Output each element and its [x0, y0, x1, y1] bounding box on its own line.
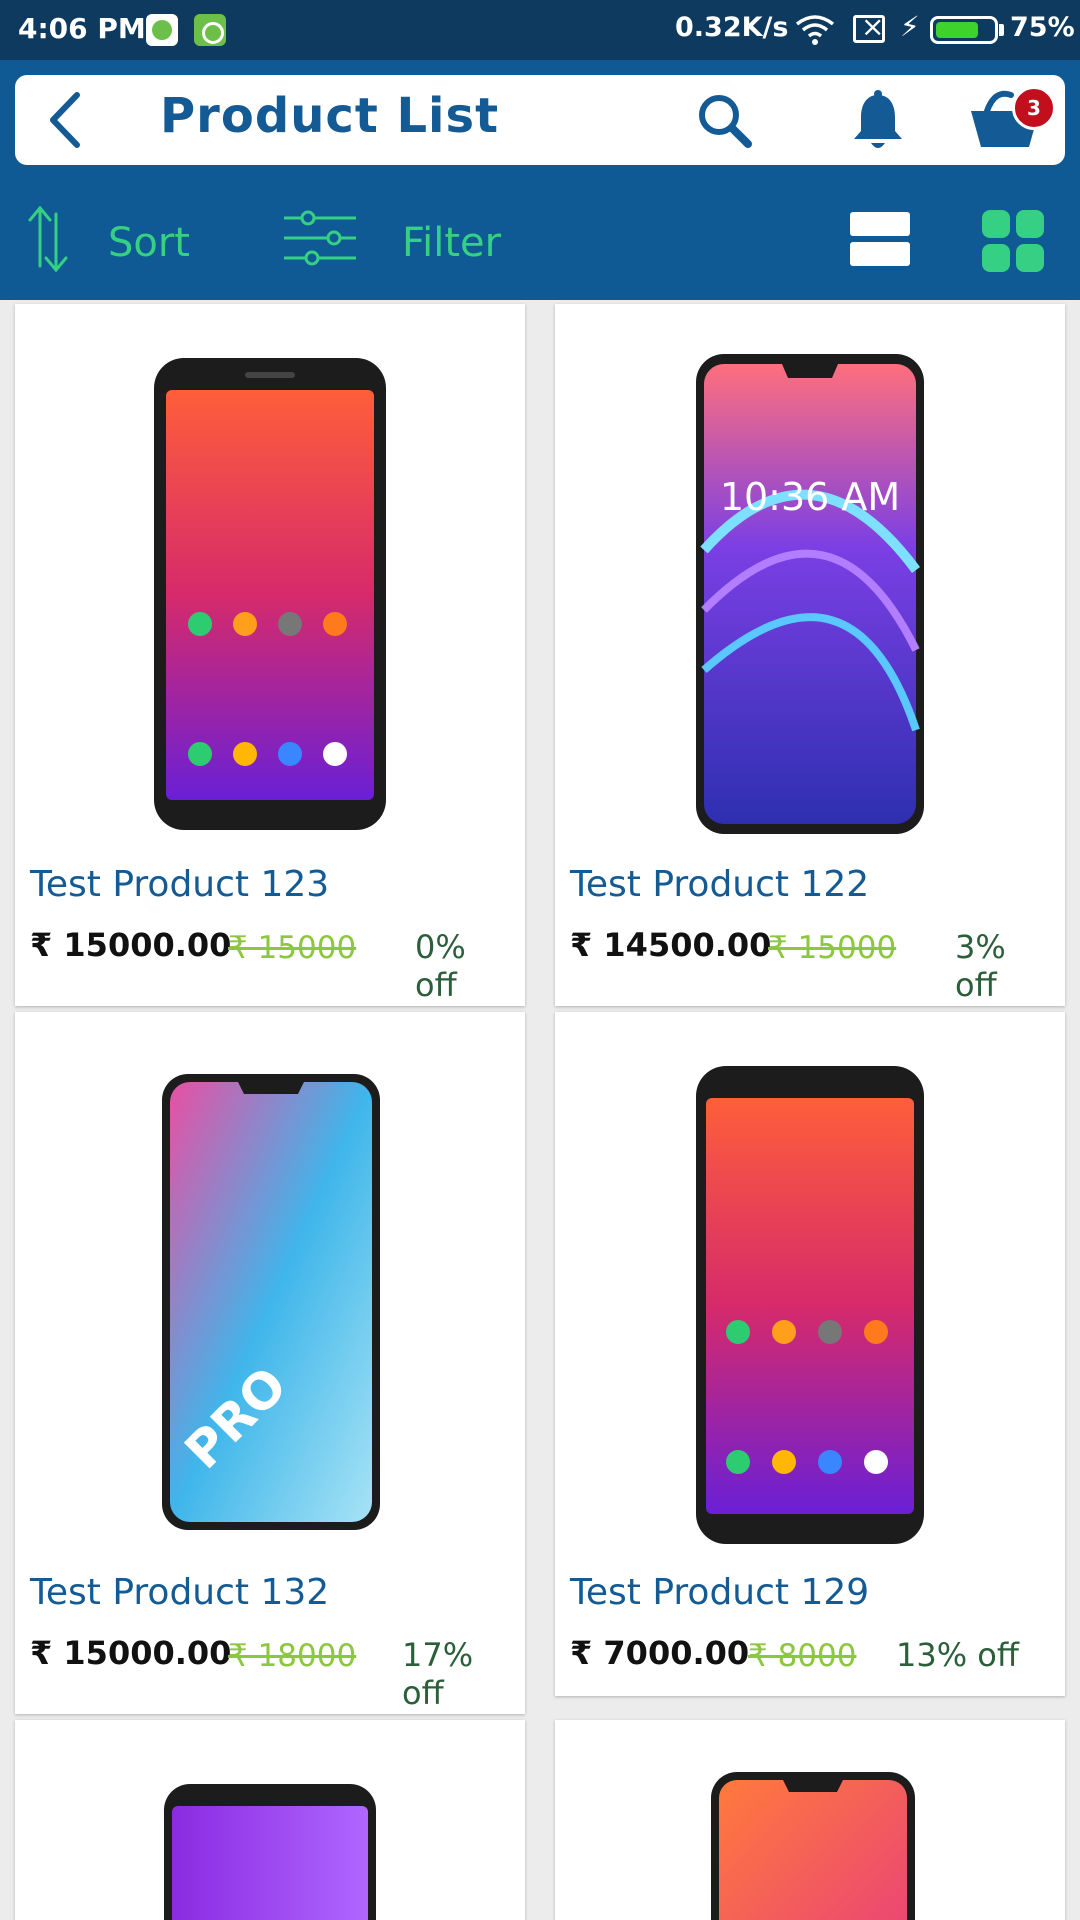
notifications-button[interactable]: [843, 85, 913, 155]
list-view-icon[interactable]: [850, 212, 910, 268]
page-title: Product List: [160, 88, 500, 144]
product-discount: 0% off: [415, 928, 466, 998]
product-name[interactable]: Test Product 122: [570, 864, 869, 905]
product-price: ₹ 15000.00: [30, 926, 232, 964]
filter-label[interactable]: Filter: [402, 220, 501, 266]
product-image: [154, 358, 386, 830]
product-card[interactable]: PRO Test Product 132 ₹ 15000.00 ₹ 18000 …: [15, 1012, 525, 1714]
battery-icon: [930, 16, 998, 44]
product-discount: 17% off: [402, 1636, 474, 1708]
product-card[interactable]: Test Product 123 ₹ 15000.00 ₹ 15000 0% o…: [15, 304, 525, 1006]
product-discount: 3% off: [955, 928, 1006, 998]
product-price: ₹ 14500.00: [570, 926, 772, 964]
charging-icon: ⚡: [900, 10, 920, 43]
sort-icon: [28, 205, 68, 273]
product-price: ₹ 15000.00: [30, 1634, 232, 1672]
app-icon: [194, 14, 226, 46]
grid-view-cell: [1016, 244, 1044, 272]
product-name[interactable]: Test Product 132: [30, 1572, 329, 1613]
product-image: 10:36 AM: [696, 354, 924, 834]
search-icon: [699, 95, 752, 148]
back-button[interactable]: [35, 87, 101, 153]
product-price: ₹ 7000.00: [570, 1634, 750, 1672]
product-name[interactable]: Test Product 129: [570, 1572, 869, 1613]
product-card[interactable]: [555, 1720, 1065, 1920]
product-discount: 13% off: [896, 1636, 1019, 1674]
status-time: 4:06 PM: [18, 12, 146, 45]
sort-label[interactable]: Sort: [108, 220, 190, 266]
back-arrow-icon: [50, 92, 80, 148]
app-bar: Product List: [15, 75, 1065, 165]
product-image: [711, 1772, 915, 1920]
grid-view-cell: [982, 244, 1010, 272]
product-mrp: ₹ 8000: [748, 1638, 857, 1674]
product-image: [696, 1066, 924, 1544]
cart-count-badge: 3: [1012, 86, 1056, 130]
grid-view-icon[interactable]: [982, 210, 1046, 272]
filter-sliders-icon: [284, 210, 356, 266]
bell-icon: [854, 90, 902, 148]
grid-view-cell: [982, 210, 1010, 238]
network-speed: 0.32K/s: [675, 12, 789, 43]
battery-level-fill: [936, 22, 978, 38]
product-image: [164, 1784, 376, 1920]
product-name[interactable]: Test Product 123: [30, 864, 329, 905]
wifi-icon: [795, 15, 835, 45]
svg-text:10:36 AM: 10:36 AM: [720, 475, 900, 519]
battery-percent: 75%: [1010, 12, 1075, 43]
grid-view-cell: [1016, 210, 1044, 238]
status-bar: 4:06 PM 0.32K/s ⚡ 75%: [0, 0, 1080, 60]
product-card[interactable]: [15, 1720, 525, 1920]
product-card[interactable]: 10:36 AM Test Product 122 ₹ 14500.00 ₹ 1…: [555, 304, 1065, 1006]
list-view-bar: [850, 242, 910, 266]
product-mrp: ₹ 15000: [768, 930, 897, 966]
product-mrp: ₹ 15000: [228, 930, 357, 966]
product-image: PRO: [162, 1074, 380, 1530]
search-button[interactable]: [691, 87, 757, 153]
list-view-bar: [850, 212, 910, 236]
sim-off-icon: [853, 10, 885, 43]
product-card[interactable]: Test Product 129 ₹ 7000.00 ₹ 8000 13% of…: [555, 1012, 1065, 1696]
app-icon: [146, 14, 178, 46]
product-mrp: ₹ 18000: [228, 1638, 357, 1674]
battery-tip: [999, 24, 1004, 36]
